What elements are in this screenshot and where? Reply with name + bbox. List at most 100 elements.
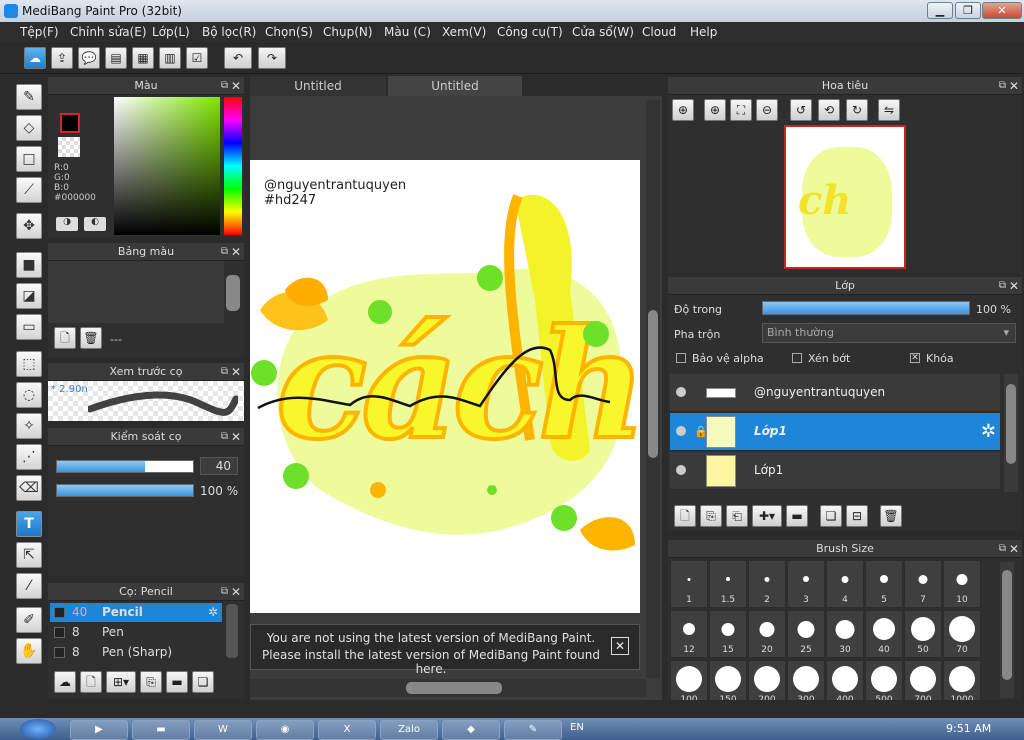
text-tool-icon[interactable]: T <box>16 511 42 537</box>
comment-icon[interactable]: 💬 <box>78 47 100 69</box>
blend-mode-select[interactable]: Bình thường ▾ <box>762 323 1016 343</box>
popout-icon[interactable]: ⧉ <box>221 428 228 446</box>
taskbar-media-icon[interactable]: ▶ <box>70 720 128 740</box>
brush-size-cell[interactable]: 100 <box>670 660 708 700</box>
rotate-right-icon[interactable]: ↻ <box>846 99 868 121</box>
menu-color[interactable]: Màu (C) <box>384 25 431 39</box>
layer-opacity-slider[interactable] <box>762 301 970 315</box>
popout-icon[interactable]: ⧉ <box>221 363 228 381</box>
chat-icon[interactable]: ▤ <box>105 47 127 69</box>
brush-size-scrollbar[interactable] <box>1000 562 1014 698</box>
select-eraser-tool-icon[interactable]: ⌫ <box>16 475 42 501</box>
close-icon[interactable]: ✕ <box>231 363 241 381</box>
popout-icon[interactable]: ⧉ <box>999 540 1006 558</box>
duplicate-icon[interactable]: ❏ <box>192 671 214 693</box>
brush-size-value[interactable]: 40 <box>200 457 238 475</box>
add-brush-icon[interactable]: 🗋 <box>80 671 102 693</box>
eye-icon[interactable] <box>676 465 686 475</box>
rotate-left-icon[interactable]: ↺ <box>790 99 812 121</box>
brush-size-cell[interactable]: 3 <box>787 560 825 608</box>
eraser-tool-icon[interactable]: ◇ <box>16 115 42 141</box>
canvas-vertical-scrollbar[interactable] <box>646 100 660 678</box>
close-icon[interactable]: ✕ <box>1009 277 1019 295</box>
move-tool-icon[interactable]: ✥ <box>16 213 42 239</box>
new-layer-3-icon[interactable]: ⎗ <box>726 505 748 527</box>
hue-slider[interactable] <box>224 97 242 235</box>
brush-size-cell[interactable]: 500 <box>865 660 903 700</box>
brush-size-cell[interactable]: 70 <box>943 610 981 658</box>
eyedropper-tool-icon[interactable]: ⁄ <box>16 573 42 599</box>
maximize-button[interactable]: ❐ <box>955 2 981 19</box>
layer-row-credit[interactable]: @nguyentrantuquyen <box>670 374 1000 412</box>
taskbar-chrome-icon[interactable]: ◉ <box>256 720 314 740</box>
brush-size-cell[interactable]: 50 <box>904 610 942 658</box>
brush-size-cell[interactable]: 15 <box>709 610 747 658</box>
brush-size-cell[interactable]: 12 <box>670 610 708 658</box>
cloud-brush-icon[interactable]: ☁ <box>54 671 76 693</box>
upload-icon[interactable]: ⇪ <box>51 47 73 69</box>
add-layer-menu-icon[interactable]: ✚▾ <box>752 505 782 527</box>
document-icon[interactable]: ▦ <box>132 47 154 69</box>
grid-icon[interactable]: ▥ <box>159 47 181 69</box>
brush-size-cell[interactable]: 30 <box>826 610 864 658</box>
menu-filter[interactable]: Bộ lọc(R) <box>202 25 256 39</box>
menu-file[interactable]: Tệp(F) <box>20 25 59 39</box>
background-color-swatch[interactable] <box>58 137 80 157</box>
lock-checkbox[interactable]: ✕ <box>910 353 920 363</box>
flip-icon[interactable]: ⇋ <box>878 99 900 121</box>
popout-icon[interactable]: ⧉ <box>221 583 228 601</box>
menu-tools[interactable]: Công cụ(T) <box>497 25 563 39</box>
menu-layer[interactable]: Lớp(L) <box>152 25 190 39</box>
taskbar-word-icon[interactable]: W <box>194 720 252 740</box>
close-icon[interactable]: ✕ <box>1009 77 1019 95</box>
merge-layer-icon[interactable]: ⊟ <box>846 505 868 527</box>
brush-size-cell[interactable]: 150 <box>709 660 747 700</box>
gear-icon[interactable]: ✲ <box>981 421 996 442</box>
tab-untitled-1[interactable]: Untitled <box>250 76 386 96</box>
brush-size-cell[interactable]: 700 <box>904 660 942 700</box>
menu-select[interactable]: Chọn(S) <box>265 25 313 39</box>
brush-size-cell[interactable]: 1.5 <box>709 560 747 608</box>
brush-size-cell[interactable]: 1000 <box>943 660 981 700</box>
gradient-tool-icon[interactable]: ▭ <box>16 314 42 340</box>
duplicate-layer-icon[interactable]: ❏ <box>820 505 842 527</box>
select-pen-tool-icon[interactable]: ⋰ <box>16 444 42 470</box>
popout-icon[interactable]: ⧉ <box>221 243 228 261</box>
brush-item-pen-sharp[interactable]: 8 Pen (Sharp) <box>50 643 222 662</box>
pen-tool-icon[interactable]: ✐ <box>16 607 42 633</box>
menu-window[interactable]: Cửa sổ(W) <box>572 25 634 39</box>
eye-icon[interactable] <box>676 387 686 397</box>
brush-size-cell[interactable]: 2 <box>748 560 786 608</box>
folder-icon[interactable]: ▬ <box>166 671 188 693</box>
close-icon[interactable]: ✕ <box>231 583 241 601</box>
close-icon[interactable]: ✕ <box>1009 540 1019 558</box>
clipping-checkbox[interactable] <box>792 353 802 363</box>
brush-size-slider[interactable] <box>56 460 194 473</box>
taskbar-folder-icon[interactable]: ▬ <box>132 720 190 740</box>
navigator-thumbnail[interactable]: ch <box>784 125 906 269</box>
menu-help[interactable]: Help <box>690 25 717 39</box>
language-indicator[interactable]: EN <box>570 722 584 733</box>
gear-icon[interactable]: ✲ <box>208 603 218 622</box>
brush-size-cell[interactable]: 4 <box>826 560 864 608</box>
brush-opacity-slider[interactable] <box>56 484 194 497</box>
brush-size-cell[interactable]: 400 <box>826 660 864 700</box>
add-palette-icon[interactable]: 🗋 <box>54 327 76 349</box>
minimize-button[interactable]: ▁ <box>927 2 953 19</box>
brush-menu-icon[interactable]: ⊞▾ <box>106 671 136 693</box>
brush-list-scrollbar[interactable] <box>226 604 238 658</box>
popout-icon[interactable]: ⧉ <box>221 77 228 95</box>
canvas-horizontal-scrollbar[interactable] <box>250 679 646 697</box>
layer-row-lop1[interactable]: Lớp1 <box>670 452 1000 490</box>
menu-cloud[interactable]: Cloud <box>642 25 676 39</box>
tab-untitled-2[interactable]: Untitled <box>388 76 522 96</box>
undo-icon[interactable]: ↶ <box>224 47 252 69</box>
fit-icon[interactable]: ⛶ <box>730 99 752 121</box>
color-swap-icon[interactable]: ◐ <box>84 217 106 231</box>
layer-scrollbar[interactable] <box>1004 374 1018 492</box>
canvas[interactable]: @nguyentrantuquyen #hd247 cách <box>250 160 649 613</box>
cloud-icon[interactable]: ☁ <box>24 47 46 69</box>
rotate-reset-icon[interactable]: ⟲ <box>818 99 840 121</box>
hand-tool-icon[interactable]: ✋ <box>16 638 42 664</box>
menu-edit[interactable]: Chỉnh sửa(E) <box>70 25 147 39</box>
